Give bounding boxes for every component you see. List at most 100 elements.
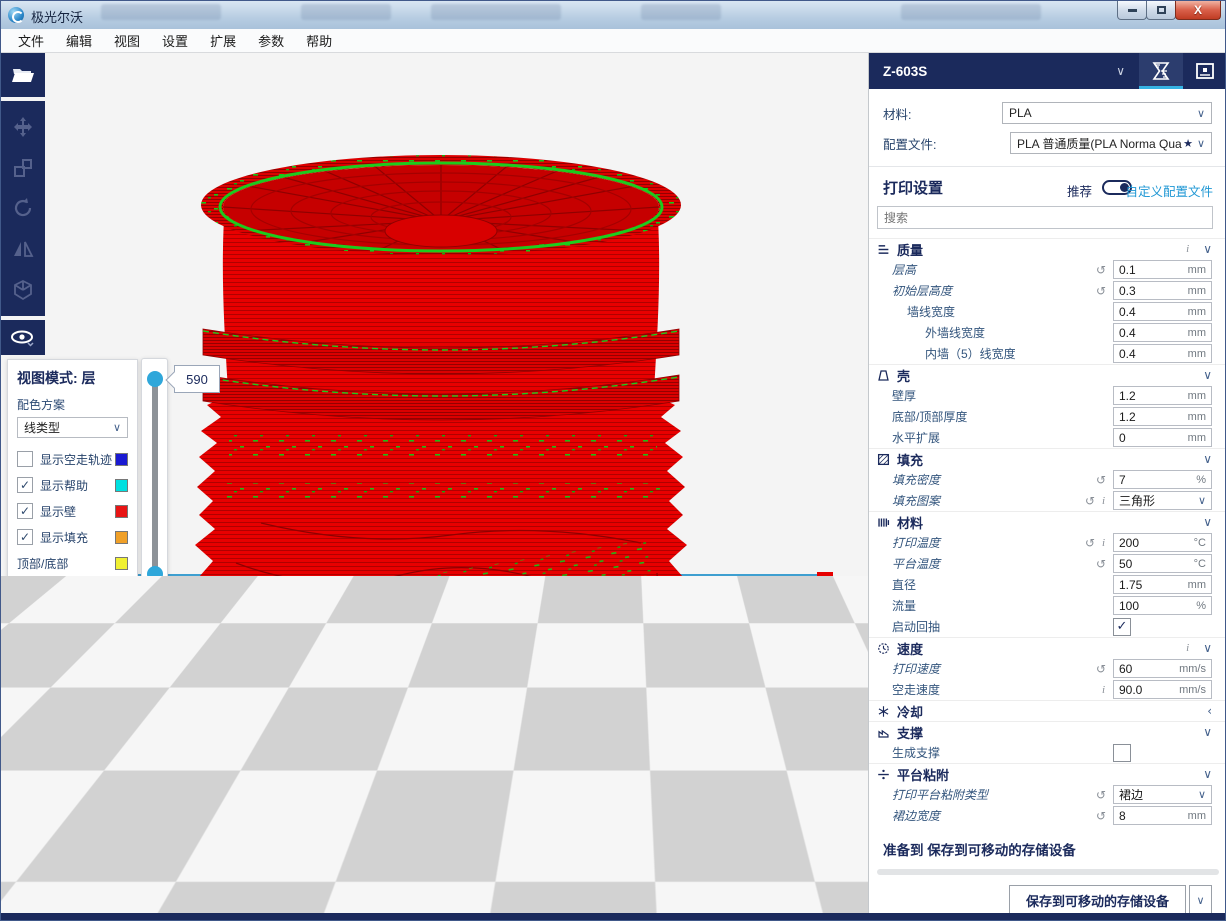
chevron-down-icon[interactable]: ∨ — [1203, 242, 1212, 256]
profile-select[interactable]: PLA 普通质量(PLA Norma Qua ★ ∨ — [1010, 132, 1212, 154]
chevron-left-icon[interactable]: ‹ — [1207, 704, 1212, 718]
setting-value-input[interactable]: 0.4mm — [1113, 302, 1212, 321]
reset-icon[interactable]: ↺ — [1082, 494, 1098, 508]
chevron-down-icon[interactable]: ∨ — [1203, 641, 1212, 655]
info-icon[interactable]: i — [1182, 642, 1193, 654]
info-icon[interactable]: i — [1182, 243, 1193, 255]
reset-icon[interactable]: ↺ — [1093, 263, 1109, 277]
reset-icon[interactable]: ↺ — [1093, 662, 1109, 676]
setting-value-input[interactable]: 60mm/s — [1113, 659, 1212, 678]
per-model-settings-button[interactable] — [1, 269, 45, 310]
legend-checkbox[interactable]: ✓ — [17, 503, 33, 519]
chevron-down-icon[interactable]: ∨ — [1203, 368, 1212, 382]
rename-pencil-icon[interactable] — [843, 834, 858, 849]
setting-select[interactable]: 三角形∨ — [1113, 491, 1212, 510]
info-icon[interactable]: i — [1098, 495, 1109, 507]
setting-value-input[interactable]: 8mm — [1113, 806, 1212, 825]
layer-slider-track[interactable] — [152, 379, 158, 575]
minimize-button[interactable] — [1117, 1, 1147, 20]
chevron-down-icon[interactable]: ∨ — [1203, 767, 1212, 781]
setting-select[interactable]: 裙边∨ — [1113, 785, 1212, 804]
menu-item-1[interactable]: 编辑 — [55, 28, 103, 53]
settings-section-header[interactable]: 质量i∨ — [869, 238, 1226, 259]
info-icon[interactable]: i — [1098, 684, 1109, 696]
menu-item-3[interactable]: 设置 — [151, 28, 199, 53]
setting-value-input[interactable]: 0.3mm — [1113, 281, 1212, 300]
setting-row: 平台温度↺50°C — [869, 553, 1226, 574]
setting-value-input[interactable]: 90.0mm/s — [1113, 680, 1212, 699]
material-select[interactable]: PLA ∨ — [1002, 102, 1212, 124]
settings-section-header[interactable]: 支撑∨ — [869, 721, 1226, 742]
color-scheme-select[interactable]: 线类型 ∨ — [17, 417, 128, 438]
brand-mark-icon — [13, 875, 39, 901]
setting-value-input[interactable]: 1.75mm — [1113, 575, 1212, 594]
layer-slider-lower-handle[interactable] — [147, 566, 163, 582]
setting-value-input[interactable]: 0.4mm — [1113, 323, 1212, 342]
menu-item-2[interactable]: 视图 — [103, 28, 151, 53]
layer-slider[interactable] — [141, 358, 168, 596]
save-to-removable-button[interactable]: 保存到可移动的存储设备 — [1009, 885, 1186, 915]
menu-item-6[interactable]: 帮助 — [295, 28, 343, 53]
search-input[interactable] — [877, 206, 1213, 229]
reset-icon[interactable]: ↺ — [1082, 536, 1098, 550]
move-tool-button[interactable] — [1, 107, 45, 148]
setting-label: 外墙线宽度 — [869, 324, 1109, 341]
reset-icon[interactable]: ↺ — [1093, 809, 1109, 823]
setting-value: 0 — [1119, 431, 1188, 445]
setting-value-input[interactable]: 1.2mm — [1113, 407, 1212, 426]
menu-item-0[interactable]: 文件 — [7, 28, 55, 53]
close-button[interactable]: X — [1175, 1, 1221, 20]
layer-slider-upper-handle[interactable] — [147, 371, 163, 387]
menu-item-5[interactable]: 参数 — [247, 28, 295, 53]
view-mode-button[interactable] — [1, 320, 45, 355]
reset-icon[interactable]: ↺ — [1093, 788, 1109, 802]
setting-value-input[interactable]: 200°C — [1113, 533, 1212, 552]
section-title: 平台粘附 — [897, 765, 1193, 784]
setting-value-input[interactable]: 1.2mm — [1113, 386, 1212, 405]
chevron-down-icon[interactable]: ∨ — [1203, 452, 1212, 466]
setting-checkbox[interactable]: ✓ — [1113, 618, 1131, 636]
setting-value-input[interactable]: 0.1mm — [1113, 260, 1212, 279]
tab-prepare-slice[interactable] — [1139, 53, 1183, 89]
settings-section-header[interactable]: 壳∨ — [869, 364, 1226, 385]
info-icon[interactable]: i — [1098, 537, 1109, 549]
rotate-tool-button[interactable] — [1, 188, 45, 229]
scale-tool-button[interactable] — [1, 148, 45, 189]
setting-label: 初始层高度 — [869, 282, 1093, 299]
settings-section-header[interactable]: 速度i∨ — [869, 637, 1226, 658]
reset-icon[interactable]: ↺ — [1093, 557, 1109, 571]
setting-value-input[interactable]: 0.4mm — [1113, 344, 1212, 363]
setting-checkbox[interactable] — [1113, 744, 1131, 762]
tab-monitor[interactable] — [1183, 53, 1226, 89]
printer-name[interactable]: Z-603S — [883, 64, 1116, 79]
setting-row: 初始层高度↺ 0.3mm — [869, 280, 1226, 301]
viewport-3d[interactable]: 视图模式: 层 配色方案 线类型 ∨ 显示空走轨迹✓显示帮助✓显示壁✓显示填充顶… — [1, 53, 868, 913]
open-file-button[interactable] — [1, 53, 45, 97]
settings-section-header[interactable]: 填充∨ — [869, 448, 1226, 469]
setting-value-input[interactable]: 0mm — [1113, 428, 1212, 447]
custom-profile-link[interactable]: 自定义配置文件 — [1125, 181, 1213, 200]
title-bar[interactable]: 极光尔沃 X — [1, 1, 1226, 29]
reset-icon[interactable]: ↺ — [1093, 473, 1109, 487]
maximize-button[interactable] — [1146, 1, 1176, 20]
reset-icon[interactable]: ↺ — [1093, 284, 1109, 298]
mirror-tool-button[interactable] — [1, 229, 45, 270]
setting-value-input[interactable]: 100% — [1113, 596, 1212, 615]
setting-value-input[interactable]: 7% — [1113, 470, 1212, 489]
settings-section-header[interactable]: 平台粘附 ∨ — [869, 763, 1226, 784]
app-logo-icon — [8, 7, 24, 23]
model-render[interactable] — [121, 143, 781, 913]
chevron-down-icon[interactable]: ∨ — [1203, 515, 1212, 529]
save-options-dropdown[interactable]: ∨ — [1189, 885, 1212, 915]
settings-section-header[interactable]: 材料∨ — [869, 511, 1226, 532]
legend-checkbox[interactable]: ✓ — [17, 477, 33, 493]
menu-item-4[interactable]: 扩展 — [199, 28, 247, 53]
legend-checkbox[interactable]: ✓ — [17, 529, 33, 545]
setting-value-input[interactable]: 50°C — [1113, 554, 1212, 573]
printer-chevron-down-icon[interactable]: ∨ — [1116, 64, 1125, 78]
setting-unit: mm — [1188, 306, 1206, 318]
chevron-down-icon[interactable]: ∨ — [1203, 725, 1212, 739]
legend-checkbox[interactable] — [17, 451, 33, 467]
legend-color-swatch — [115, 583, 128, 596]
settings-section-header[interactable]: 冷却‹ — [869, 700, 1226, 721]
